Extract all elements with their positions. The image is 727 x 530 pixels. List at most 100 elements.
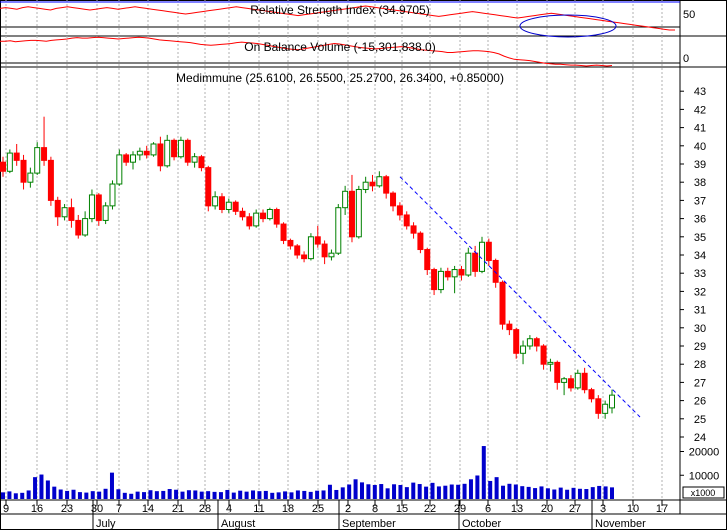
volume-bar xyxy=(225,489,230,499)
price-tick-label: 26 xyxy=(694,396,706,408)
candle-body xyxy=(581,372,588,391)
price-tick-label: 38 xyxy=(694,177,706,189)
volume-bar xyxy=(33,477,38,499)
price-panel: 24 25 26 27 28 29 30 31 32 33 34 35 36 37 38 39 40 41 42 43… xyxy=(0,71,706,444)
volume-bar xyxy=(571,487,576,499)
candle-body xyxy=(54,199,61,218)
candle-body xyxy=(212,196,219,207)
candle-body xyxy=(348,190,355,238)
volume-bar xyxy=(430,482,435,499)
volume-bar xyxy=(20,492,25,499)
volume-bar xyxy=(353,479,358,499)
volume-bar xyxy=(283,491,288,499)
volume-bar xyxy=(186,490,191,499)
volume-bar xyxy=(154,491,159,499)
price-tick-label: 34 xyxy=(694,250,706,262)
candle-body xyxy=(314,236,321,245)
candle-body xyxy=(424,249,431,271)
x-tick-label: 16 xyxy=(31,503,43,515)
volume-bar xyxy=(52,486,57,499)
candle-body xyxy=(403,214,410,227)
volume-bar xyxy=(129,493,134,499)
rsi-tick-label: 50 xyxy=(683,9,695,21)
price-tick-label: 27 xyxy=(694,377,706,389)
x-tick-label: 14 xyxy=(142,503,154,515)
candle-body xyxy=(68,207,75,221)
candle-body xyxy=(218,196,225,210)
volume-bar xyxy=(135,491,140,499)
price-tick-label: 33 xyxy=(694,268,706,280)
volume-bar xyxy=(289,492,294,499)
candle-body xyxy=(130,154,137,163)
candle-body xyxy=(561,378,568,383)
volume-bar xyxy=(167,489,172,499)
candle-body xyxy=(191,156,198,163)
candle-body xyxy=(499,281,506,325)
price-title: Medimmune (25.6100, 26.5500, 25.2700, 26… xyxy=(176,71,504,85)
candle-body xyxy=(102,205,109,221)
trendline xyxy=(399,176,641,418)
candle-body xyxy=(472,252,479,272)
obv-panel: On Balance Volume (-15,301,838.0) 0 xyxy=(0,36,689,67)
candle-body xyxy=(95,194,102,221)
x-tick-label: 20 xyxy=(541,503,553,515)
volume-bar xyxy=(327,484,332,499)
x-tick-label: 9 xyxy=(3,503,9,515)
candle-body xyxy=(184,139,191,163)
price-tick-label: 28 xyxy=(694,359,706,371)
candle-body xyxy=(506,323,513,331)
volume-bar xyxy=(520,486,525,499)
candle-body xyxy=(20,159,27,183)
candle-body xyxy=(547,361,554,365)
volume-bar xyxy=(308,491,313,499)
price-tick-label: 40 xyxy=(694,141,706,153)
volume-bar xyxy=(212,491,217,499)
volume-bar xyxy=(539,486,544,499)
stock-chart: Relative Strength Index (34.9705) 50 On B… xyxy=(0,0,727,530)
volume-bar xyxy=(603,486,608,499)
volume-bar xyxy=(347,484,352,499)
candle-body xyxy=(307,236,314,260)
volume-bar xyxy=(103,488,108,499)
x-tick-label: 29 xyxy=(454,503,466,515)
x-tick-label: 22 xyxy=(424,503,436,515)
candle-body xyxy=(526,338,533,347)
volume-bar xyxy=(206,491,211,499)
volume-bar xyxy=(359,482,364,499)
candle-body xyxy=(465,252,472,276)
volume-bar xyxy=(533,488,538,499)
obv-tick-label: 0 xyxy=(683,53,689,65)
price-tick-label: 29 xyxy=(694,341,706,353)
candle-body xyxy=(253,212,260,227)
candle-body xyxy=(342,190,349,209)
x-tick-label: 7 xyxy=(116,503,122,515)
volume-bar xyxy=(417,484,422,499)
x-tick-label: 25 xyxy=(312,503,324,515)
volume-bar xyxy=(257,491,262,499)
volume-bar xyxy=(7,491,12,499)
volume-units-label: x1000 xyxy=(691,488,716,498)
price-tick-label: 42 xyxy=(694,104,706,116)
x-tick-label: 4 xyxy=(226,503,232,515)
candle-body xyxy=(567,378,574,389)
month-label: October xyxy=(462,518,501,530)
volume-bar xyxy=(13,493,18,499)
candle-body xyxy=(410,225,417,234)
candle-body xyxy=(369,181,376,187)
volume-bar xyxy=(398,484,403,499)
x-tick-label: 8 xyxy=(372,503,378,515)
candle-body xyxy=(437,270,444,291)
x-tick-label: 13 xyxy=(511,503,523,515)
volume-bar xyxy=(513,484,518,499)
volume-bar xyxy=(109,472,114,499)
candle-body xyxy=(287,239,294,247)
volume-bar xyxy=(65,490,70,499)
candle-body xyxy=(109,183,116,207)
volume-bar xyxy=(597,485,602,499)
x-tick-label: 17 xyxy=(656,503,668,515)
candle-body xyxy=(280,223,287,241)
candle-body xyxy=(61,207,68,218)
rsi-title: Relative Strength Index (34.9705) xyxy=(250,3,429,17)
volume-bar xyxy=(501,485,506,499)
volume-bar xyxy=(456,484,461,499)
